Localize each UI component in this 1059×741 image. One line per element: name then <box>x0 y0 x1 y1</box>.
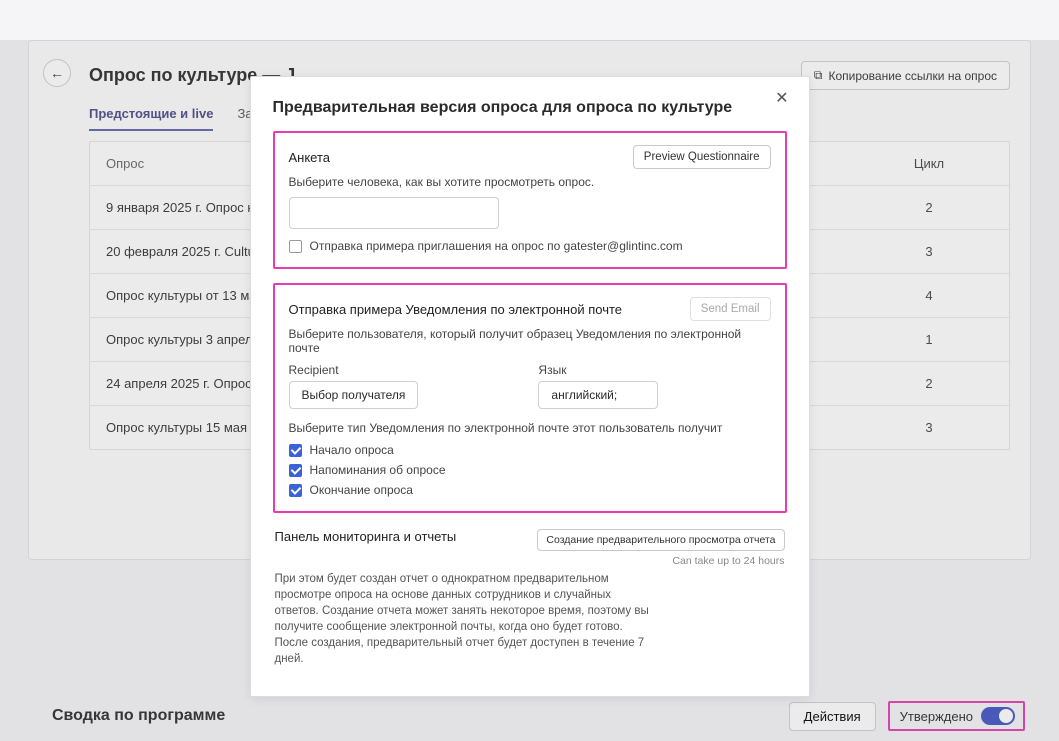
chk-start[interactable] <box>289 444 302 457</box>
send-email-button[interactable]: Send Email <box>690 297 771 321</box>
preview-modal: ✕ Предварительная версия опроса для опро… <box>250 76 810 697</box>
email-section-title: Отправка примера Уведомления по электрон… <box>289 302 690 317</box>
language-label: Язык <box>538 363 658 377</box>
section-questionnaire: Анкета Preview Questionnaire Выберите че… <box>273 131 787 269</box>
language-select[interactable]: английский; <box>538 381 658 409</box>
person-select-input[interactable] <box>289 197 499 229</box>
preview-questionnaire-button[interactable]: Preview Questionnaire <box>633 145 771 169</box>
recipient-select[interactable]: Выбор получателя <box>289 381 419 409</box>
close-icon: ✕ <box>775 90 788 107</box>
close-button[interactable]: ✕ <box>769 87 794 109</box>
send-sample-label: Отправка примера приглашения на опрос по… <box>310 239 683 253</box>
send-sample-checkbox[interactable] <box>289 240 302 253</box>
chk-start-label: Начало опроса <box>310 443 394 457</box>
recipient-label: Recipient <box>289 363 419 377</box>
create-report-button[interactable]: Создание предварительного просмотра отче… <box>537 529 784 551</box>
report-note: Can take up to 24 hours <box>537 555 784 567</box>
modal-title: Предварительная версия опроса для опроса… <box>273 99 787 117</box>
chk-end-label: Окончание опроса <box>310 483 413 497</box>
chk-end[interactable] <box>289 484 302 497</box>
report-description: При этом будет создан отчет о однократно… <box>275 571 655 668</box>
modal-overlay: ✕ Предварительная версия опроса для опро… <box>0 40 1059 741</box>
email-help: Выберите пользователя, который получит о… <box>289 327 771 355</box>
section-email: Отправка примера Уведомления по электрон… <box>273 283 787 513</box>
email-type-help: Выберите тип Уведомления по электронной … <box>289 421 771 435</box>
section-reports: Панель мониторинга и отчеты Создание пре… <box>273 527 787 670</box>
reports-title: Панель мониторинга и отчеты <box>275 529 528 544</box>
questionnaire-label: Анкета <box>289 150 633 165</box>
questionnaire-help: Выберите человека, как вы хотите просмот… <box>289 175 771 189</box>
chk-reminder-label: Напоминания об опросе <box>310 463 446 477</box>
chk-reminder[interactable] <box>289 464 302 477</box>
